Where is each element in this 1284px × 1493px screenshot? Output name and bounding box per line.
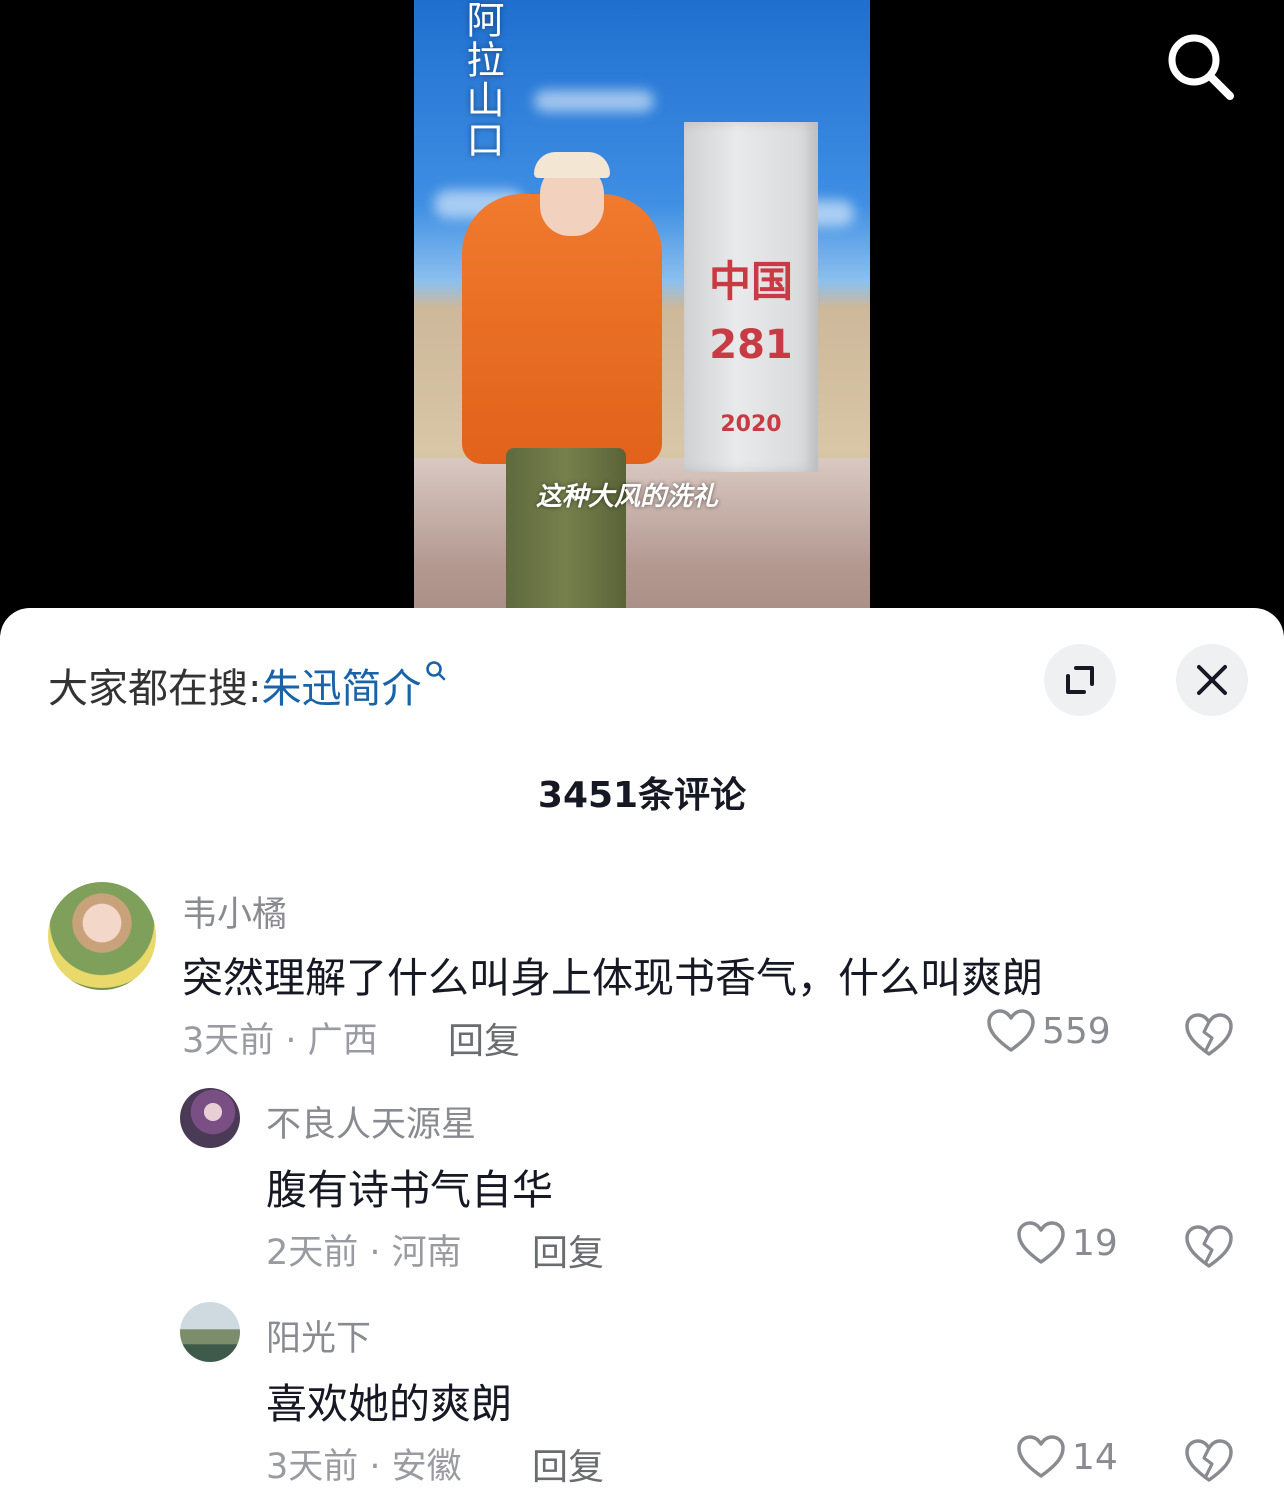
like-count: 19 — [1072, 1222, 1118, 1264]
comment-username[interactable]: 韦小橘 — [182, 886, 287, 937]
comment-username[interactable]: 阳光下 — [266, 1310, 371, 1361]
comment-meta: 3天前 · 广西 — [182, 1021, 378, 1061]
person-visor — [534, 152, 610, 178]
like-button[interactable]: 14 — [1016, 1434, 1118, 1480]
close-icon — [1197, 665, 1227, 695]
reply-comment-item: 阳光下 喜欢她的爽朗 3天前 · 安徽 回复 14 — [0, 1302, 1284, 1492]
expand-icon — [1066, 666, 1094, 694]
reply-button[interactable]: 回复 — [448, 1012, 520, 1064]
close-button[interactable] — [1176, 644, 1248, 716]
video-subtitle: 这种大风的洗礼 — [536, 482, 719, 512]
stone-text-number: 281 — [709, 322, 793, 368]
like-count: 14 — [1072, 1436, 1118, 1478]
comment-text: 突然理解了什么叫身上体现书香气，什么叫爽朗 — [182, 954, 1043, 1002]
expand-button[interactable] — [1044, 644, 1116, 716]
avatar[interactable] — [180, 1302, 240, 1362]
small-search-icon — [426, 661, 446, 681]
like-button[interactable]: 559 — [986, 1008, 1111, 1054]
comment-meta: 3天前 · 安徽 — [266, 1447, 462, 1487]
reply-button[interactable]: 回复 — [532, 1438, 604, 1490]
broken-heart-icon — [1185, 1013, 1233, 1056]
search-icon — [1168, 34, 1234, 100]
broken-heart-icon — [1185, 1439, 1233, 1482]
comment-text: 腹有诗书气自华 — [266, 1166, 553, 1214]
trending-prefix: 大家都在搜: — [48, 666, 262, 712]
heart-icon — [1017, 1435, 1065, 1478]
comment-text: 喜欢她的爽朗 — [266, 1380, 512, 1428]
comment-count-title: 3451条评论 — [537, 775, 747, 816]
stone-text-year: 2020 — [720, 412, 782, 437]
heart-icon — [1017, 1221, 1065, 1264]
like-count: 559 — [1042, 1010, 1111, 1052]
search-button[interactable] — [1160, 26, 1240, 106]
trending-keyword-link[interactable]: 朱迅简介 — [261, 656, 421, 714]
trending-search[interactable]: 大家都在搜: 朱迅简介 — [48, 656, 447, 714]
avatar[interactable] — [48, 882, 156, 990]
avatar[interactable] — [180, 1088, 240, 1148]
dislike-button[interactable] — [1184, 1224, 1234, 1274]
cloud — [534, 90, 654, 112]
comments-sheet: 大家都在搜: 朱迅简介 3451条评论 韦小橘 突然理解了什么叫身上体现书香气，… — [0, 608, 1284, 1493]
dislike-button[interactable] — [1184, 1012, 1234, 1062]
comment-meta: 2天前 · 河南 — [266, 1233, 462, 1273]
border-marker-stone: 中国 281 2020 — [684, 122, 818, 472]
video-player[interactable]: 中国 281 2020 阿拉山口 这种大风的洗礼 — [0, 0, 1284, 640]
comment-username[interactable]: 不良人天源星 — [266, 1096, 476, 1147]
comment-item: 韦小橘 突然理解了什么叫身上体现书香气，什么叫爽朗 3天前 · 广西 回复 55… — [0, 882, 1284, 1082]
heart-icon — [987, 1009, 1035, 1052]
stone-text-country: 中国 — [708, 257, 793, 306]
reply-comment-item: 不良人天源星 腹有诗书气自华 2天前 · 河南 回复 19 — [0, 1088, 1284, 1288]
reply-button[interactable]: 回复 — [532, 1224, 604, 1276]
like-button[interactable]: 19 — [1016, 1220, 1118, 1266]
dislike-button[interactable] — [1184, 1438, 1234, 1488]
video-location-text: 阿拉山口 — [460, 0, 504, 160]
broken-heart-icon — [1185, 1225, 1233, 1268]
